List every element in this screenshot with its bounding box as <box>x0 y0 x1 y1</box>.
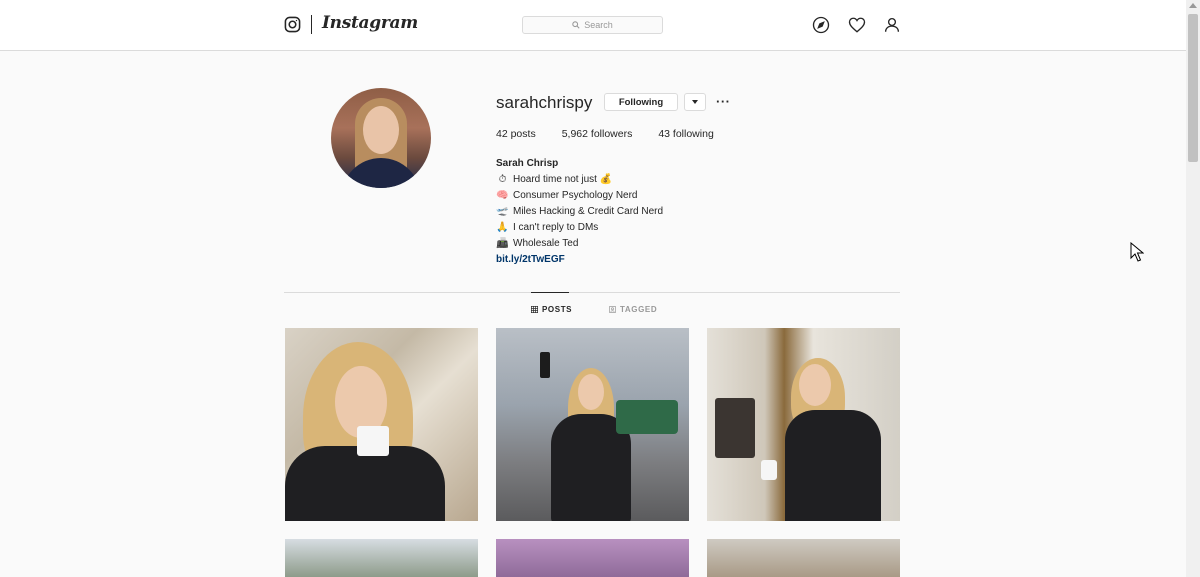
tram <box>616 400 678 434</box>
mouse-cursor-icon <box>1130 242 1144 262</box>
scroll-up-arrow-icon[interactable] <box>1189 3 1197 8</box>
bio-line: 🧠 Consumer Psychology Nerd <box>496 188 663 204</box>
nav-divider <box>311 15 312 34</box>
avatar-face <box>363 106 399 154</box>
compass-icon[interactable] <box>812 16 830 34</box>
scroll-thumb[interactable] <box>1188 14 1198 162</box>
grid-icon <box>531 306 538 313</box>
active-tab-indicator <box>531 292 569 293</box>
post-thumbnail[interactable] <box>285 328 478 521</box>
heart-icon[interactable] <box>848 16 866 34</box>
post-thumbnail[interactable] <box>496 328 689 521</box>
following-count[interactable]: 43 following <box>658 128 713 140</box>
traffic-light <box>540 352 550 378</box>
brain-icon: 🧠 <box>496 190 509 201</box>
instagram-wordmark[interactable]: Instagram <box>322 13 418 33</box>
search-icon <box>572 21 580 29</box>
post-thumbnail[interactable] <box>707 328 900 521</box>
post-photo-detail <box>785 410 881 521</box>
bio-line-text: Miles Hacking & Credit Card Nerd <box>513 206 664 217</box>
bio-line-text: Consumer Psychology Nerd <box>513 190 638 201</box>
post-photo-detail <box>761 460 777 480</box>
post-photo-detail <box>799 364 831 406</box>
fax-icon: 📠 <box>496 238 509 249</box>
post-photo-detail <box>578 374 604 410</box>
post-photo-detail <box>357 426 389 456</box>
profile-stats: 42 posts 5,962 followers 43 following <box>496 128 740 140</box>
post-thumbnail[interactable] <box>707 539 900 577</box>
tabs-divider <box>284 292 900 293</box>
airplane-icon: 🛫 <box>496 206 509 217</box>
tagged-icon <box>609 306 616 313</box>
post-thumbnail[interactable] <box>496 539 689 577</box>
instagram-logo-icon[interactable] <box>284 16 301 33</box>
bio-line-text: I can't reply to DMs <box>513 222 599 233</box>
profile-username: sarahchrispy <box>496 93 593 112</box>
bio-line-text: Hoard time not just 💰 <box>513 174 613 185</box>
following-button[interactable]: Following <box>604 93 678 111</box>
bio-line: ⏱ Hoard time not just 💰 <box>496 172 663 188</box>
stopwatch-icon: ⏱ <box>498 174 507 185</box>
post-thumbnail[interactable] <box>285 539 478 577</box>
caret-down-icon <box>692 100 698 104</box>
bio-link[interactable]: bit.ly/2tTwEGF <box>496 252 663 268</box>
avatar-shirt <box>341 158 421 188</box>
coffee-machine <box>715 398 755 458</box>
search-placeholder: Search <box>584 20 613 30</box>
tab-posts-label: POSTS <box>542 305 573 314</box>
profile-bio: Sarah Chrisp ⏱ Hoard time not just 💰 🧠 C… <box>496 156 663 268</box>
tab-posts[interactable]: POSTS <box>531 305 572 314</box>
profile-icon[interactable] <box>883 16 901 34</box>
scrollbar[interactable] <box>1186 0 1200 577</box>
search-input[interactable]: Search <box>522 16 663 34</box>
more-options-button[interactable]: ··· <box>716 94 731 109</box>
bio-line-text: Wholesale Ted <box>513 238 579 249</box>
post-photo-detail <box>285 446 445 521</box>
praying-hands-icon: 🙏 <box>496 222 509 233</box>
bio-name: Sarah Chrisp <box>496 158 559 169</box>
bio-line: 📠 Wholesale Ted <box>496 236 663 252</box>
top-nav: Instagram Search <box>0 0 1186 51</box>
posts-count: 42 posts <box>496 128 536 140</box>
bio-line: 🛫 Miles Hacking & Credit Card Nerd <box>496 204 663 220</box>
followers-count[interactable]: 5,962 followers <box>562 128 633 140</box>
bio-line: 🙏 I can't reply to DMs <box>496 220 663 236</box>
suggestions-dropdown-button[interactable] <box>684 93 706 111</box>
avatar[interactable] <box>331 88 431 188</box>
tab-tagged-label: TAGGED <box>620 305 658 314</box>
tab-tagged[interactable]: TAGGED <box>609 305 657 314</box>
